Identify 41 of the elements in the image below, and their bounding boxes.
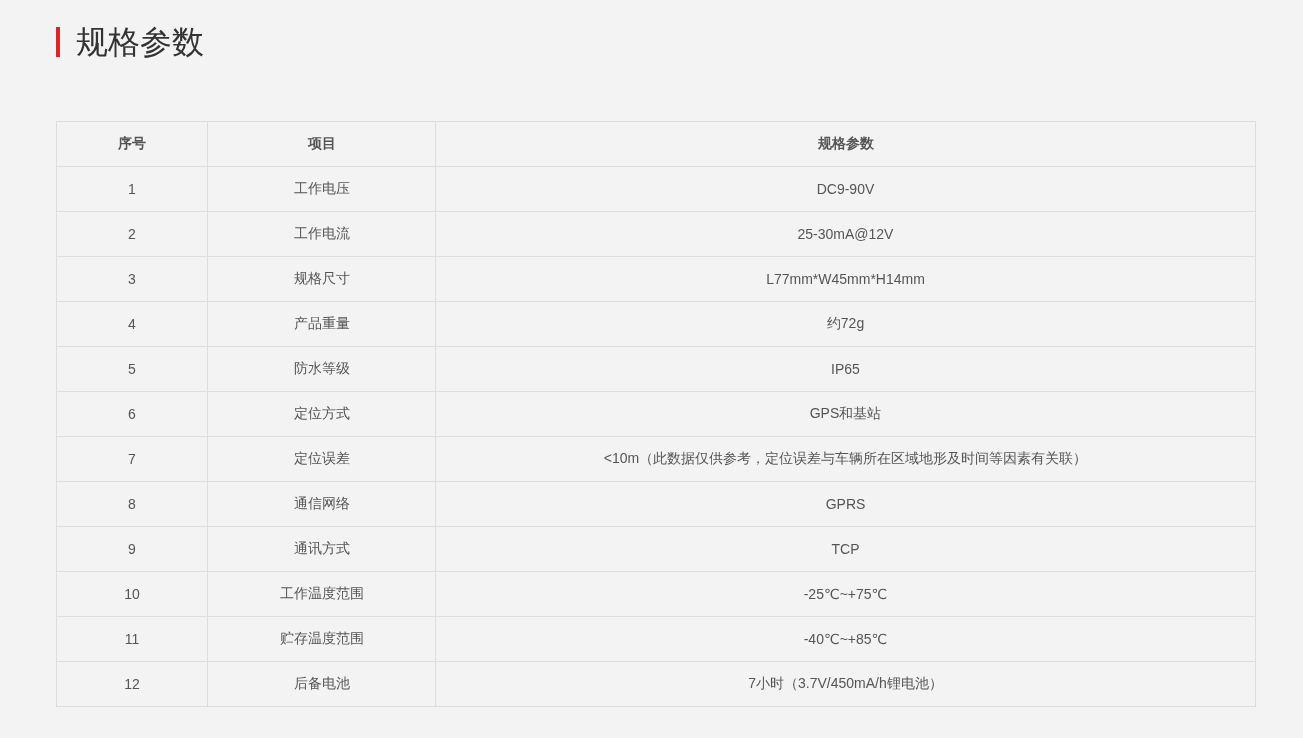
table-cell: 贮存温度范围 xyxy=(207,616,436,662)
table-cell: 7 xyxy=(56,436,208,482)
table-cell: 定位方式 xyxy=(207,391,436,437)
table-cell: 通讯方式 xyxy=(207,526,436,572)
table-cell: TCP xyxy=(435,526,1256,572)
table-cell: 工作电压 xyxy=(207,166,436,212)
table-cell: 1 xyxy=(56,166,208,212)
table-cell: 7小时（3.7V/450mA/h锂电池） xyxy=(435,661,1256,707)
table-cell: 11 xyxy=(56,616,208,662)
column-header: 序号 xyxy=(56,121,208,167)
table-cell: 工作温度范围 xyxy=(207,571,436,617)
table-cell: GPRS xyxy=(435,481,1256,527)
table-cell: 定位误差 xyxy=(207,436,436,482)
table-cell: -25℃~+75℃ xyxy=(435,571,1256,617)
table-cell: 12 xyxy=(56,661,208,707)
table-cell: 3 xyxy=(56,256,208,302)
column-header: 项目 xyxy=(207,121,436,167)
table-cell: 约72g xyxy=(435,301,1256,347)
table-cell: 后备电池 xyxy=(207,661,436,707)
table-cell: 2 xyxy=(56,211,208,257)
table-cell: 工作电流 xyxy=(207,211,436,257)
table-cell: L77mm*W45mm*H14mm xyxy=(435,256,1256,302)
table-cell: IP65 xyxy=(435,346,1256,392)
section-title: 规格参数 xyxy=(76,23,204,62)
table-cell: <10m（此数据仅供参考，定位误差与车辆所在区域地形及时间等因素有关联） xyxy=(435,436,1256,482)
table-cell: 4 xyxy=(56,301,208,347)
table-cell: 通信网络 xyxy=(207,481,436,527)
table-cell: DC9-90V xyxy=(435,166,1256,212)
table-cell: 9 xyxy=(56,526,208,572)
column-header: 规格参数 xyxy=(435,121,1256,167)
table-cell: -40℃~+85℃ xyxy=(435,616,1256,662)
table-cell: 8 xyxy=(56,481,208,527)
table-cell: 产品重量 xyxy=(207,301,436,347)
accent-bar xyxy=(56,27,60,57)
table-cell: 5 xyxy=(56,346,208,392)
table-cell: 10 xyxy=(56,571,208,617)
table-cell: 防水等级 xyxy=(207,346,436,392)
table-cell: 6 xyxy=(56,391,208,437)
table-cell: 规格尺寸 xyxy=(207,256,436,302)
table-cell: GPS和基站 xyxy=(435,391,1256,437)
table-cell: 25-30mA@12V xyxy=(435,211,1256,257)
